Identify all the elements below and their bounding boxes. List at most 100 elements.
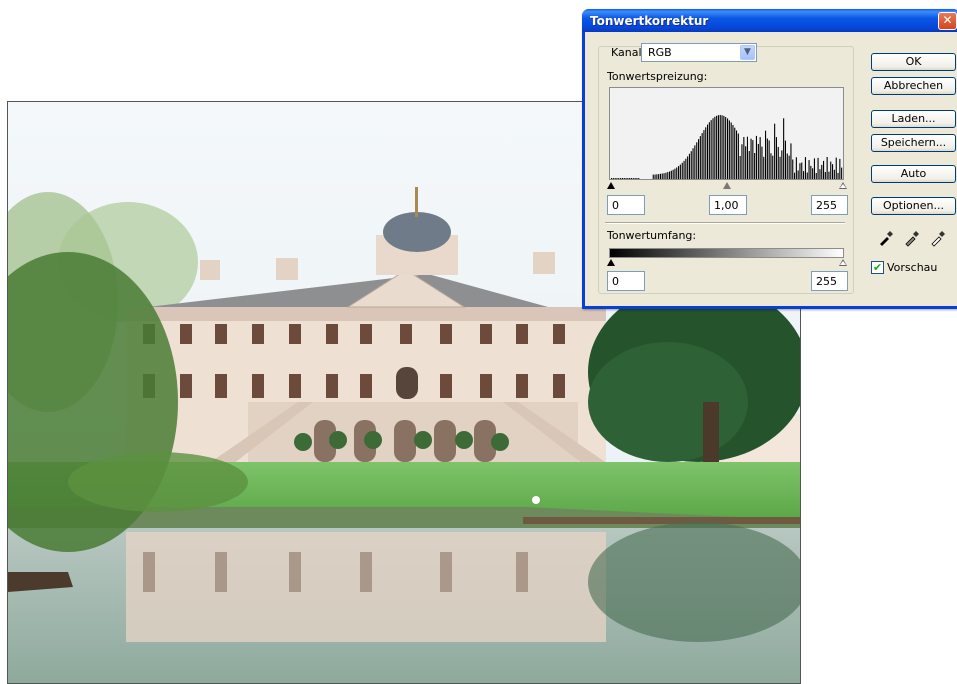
histogram-bar: [638, 178, 640, 179]
histogram-bar: [636, 178, 638, 179]
histogram-bar: [654, 174, 656, 179]
input-black-field[interactable]: 0: [607, 195, 645, 215]
histogram-bar: [768, 140, 770, 179]
histogram-bar: [708, 122, 710, 179]
ok-button[interactable]: OK: [871, 53, 956, 71]
histogram-bar: [830, 161, 832, 179]
histogram-bar: [730, 122, 732, 179]
preview-checkbox[interactable]: ✔: [871, 261, 884, 274]
histogram-bar: [728, 120, 730, 179]
histogram-bar: [795, 157, 797, 179]
histogram-bar: [725, 117, 727, 179]
histogram-bar: [667, 172, 669, 179]
input-gamma-field[interactable]: 1,00: [709, 195, 747, 215]
histogram-bar: [839, 158, 841, 179]
histogram-bar: [837, 172, 839, 179]
dialog-title: Tonwertkorrektur: [590, 14, 709, 28]
channel-select-value: RGB: [648, 46, 672, 59]
dialog-titlebar[interactable]: Tonwertkorrektur ✕: [582, 9, 957, 32]
input-gamma-slider[interactable]: [723, 182, 731, 189]
histogram-bar: [670, 170, 672, 179]
histogram-bar: [658, 174, 660, 179]
histogram-bar: [701, 133, 703, 179]
close-button[interactable]: ✕: [938, 12, 957, 30]
histogram-bar: [743, 137, 745, 179]
histogram-bar: [819, 169, 821, 179]
channel-select[interactable]: RGB ▼: [641, 43, 757, 62]
histogram-bar: [669, 171, 671, 179]
histogram-bar: [770, 153, 772, 179]
histogram-bar: [692, 148, 694, 179]
output-white-slider[interactable]: [839, 259, 847, 266]
histogram-bar: [801, 162, 803, 179]
auto-button[interactable]: Auto: [871, 165, 956, 183]
separator: [605, 222, 845, 224]
output-gradient-bar: [609, 248, 844, 258]
histogram-bar: [790, 143, 792, 179]
histogram-bar: [741, 144, 743, 179]
histogram-bar: [783, 118, 785, 179]
white-point-eyedropper-icon[interactable]: [929, 229, 947, 247]
histogram-bar: [781, 150, 783, 179]
histogram-bar: [707, 124, 709, 179]
histogram-bar: [659, 173, 661, 179]
histogram-bar: [712, 118, 714, 179]
output-black-field[interactable]: 0: [607, 271, 645, 291]
cancel-button[interactable]: Abbrechen: [871, 77, 956, 95]
load-button[interactable]: Laden...: [871, 110, 956, 128]
histogram-bar: [804, 157, 806, 179]
histogram-bar: [752, 140, 754, 179]
input-white-slider[interactable]: [839, 182, 847, 189]
histogram-bar: [627, 178, 629, 179]
histogram-bar: [688, 153, 690, 179]
output-black-slider[interactable]: [607, 259, 615, 266]
histogram-bar: [690, 151, 692, 179]
histogram-bar: [621, 178, 623, 179]
histogram-bar: [739, 156, 741, 179]
histogram-bar: [681, 162, 683, 179]
histogram-bar: [808, 160, 810, 179]
histogram-bar: [799, 163, 801, 179]
histogram-bar: [736, 130, 738, 179]
histogram-bar: [672, 169, 674, 179]
histogram-bar: [634, 178, 636, 179]
histogram-bar: [810, 165, 812, 179]
gray-point-eyedropper-icon[interactable]: [903, 229, 921, 247]
histogram-bar: [723, 115, 725, 179]
checkmark-icon: ✔: [872, 261, 883, 274]
chevron-down-icon[interactable]: ▼: [740, 45, 755, 60]
histogram-bar: [629, 178, 631, 179]
histogram-bar: [755, 135, 757, 179]
histogram-bar: [696, 142, 698, 179]
histogram-bar: [616, 178, 618, 179]
output-white-field[interactable]: 255: [811, 271, 848, 291]
histogram-bar: [721, 115, 723, 179]
histogram-bar: [761, 146, 763, 179]
input-white-field[interactable]: 255: [811, 195, 848, 215]
histogram-bar: [779, 156, 781, 179]
histogram-bar: [824, 172, 826, 179]
histogram-bar: [765, 130, 767, 179]
histogram-bar: [678, 166, 680, 179]
input-black-slider[interactable]: [607, 182, 615, 189]
histogram-bar: [705, 127, 707, 179]
histogram-bar: [833, 169, 835, 179]
histogram-bar: [734, 127, 736, 179]
histogram-bar: [748, 151, 750, 179]
save-button[interactable]: Speichern...: [871, 134, 956, 152]
histogram-bar: [630, 178, 632, 179]
histogram-bar: [774, 123, 776, 179]
black-point-eyedropper-icon[interactable]: [877, 229, 895, 247]
histogram-bar: [777, 146, 779, 179]
histogram-bar: [750, 138, 752, 179]
histogram: [609, 87, 844, 180]
histogram-bar: [775, 137, 777, 179]
histogram-bar: [685, 158, 687, 179]
histogram-bar: [786, 153, 788, 179]
options-button[interactable]: Optionen...: [871, 197, 956, 215]
histogram-bar: [716, 115, 718, 179]
histogram-bar: [794, 172, 796, 179]
histogram-bar: [699, 136, 701, 179]
histogram-bar: [623, 178, 625, 179]
histogram-bar: [806, 172, 808, 179]
